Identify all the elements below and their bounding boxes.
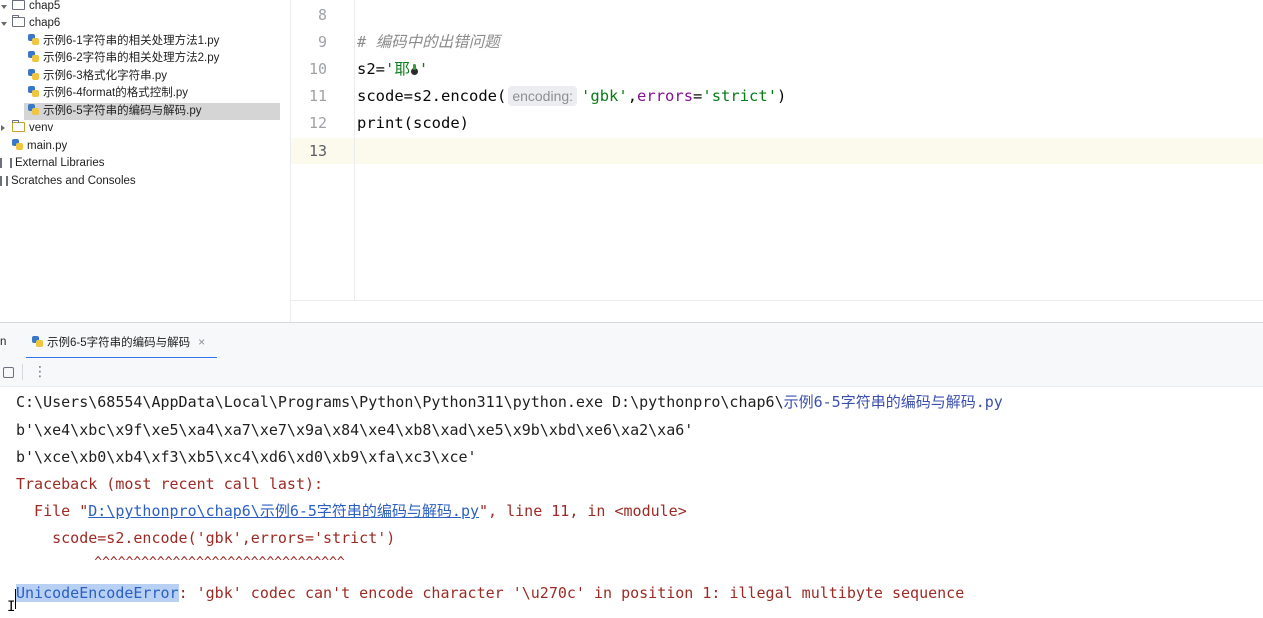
library-icon [0,157,12,168]
tree-item-label: 示例6-2字符串的相关处理方法2.py [43,52,220,64]
scratches-icon [0,175,8,186]
error-name-selected[interactable]: UnicodeEncodeError [16,584,179,602]
error-message-line: UnicodeEncodeError: 'gbk' codec can't en… [16,580,964,607]
line-number: 8 [317,6,327,24]
code-string: ' [418,60,429,78]
tree-file-6-5-selected[interactable]: 示例6-5字符串的编码与解码.py [24,103,280,120]
traceback-header: Traceback (most recent call last): [16,475,324,493]
tree-item-label: 示例6-1字符串的相关处理方法1.py [43,35,220,47]
tree-file-6-2[interactable]: 示例6-2字符串的相关处理方法2.py [28,50,280,67]
tree-item-label: 示例6-5字符串的编码与解码.py [43,105,202,117]
current-line-highlight [291,138,1263,164]
folder-icon [12,0,25,10]
line-number: 11 [308,87,327,105]
python-file-icon [32,336,43,348]
tree-external-libraries[interactable]: External Libraries [0,155,104,172]
line-number: 10 [308,60,327,78]
console-text: File " [16,502,89,520]
tree-file-6-1[interactable]: 示例6-1字符串的相关处理方法1.py [28,33,280,50]
parameter-hint: encoding: [508,86,578,106]
chevron-right-icon[interactable] [1,125,5,131]
code-token: s2= [357,60,385,78]
python-file-icon [28,34,39,46]
code-token: scode=s2.encode( [357,87,507,105]
code-keyword-arg: errors [637,87,694,105]
code-string: '耶 [385,60,410,78]
run-panel-label: n [0,336,7,348]
console-text: ", line 11, in <module> [479,502,687,520]
tree-scratches[interactable]: Scratches and Consoles [0,173,136,190]
console-output-line: b'\xe4\xbc\x9f\xe5\xa4\xa7\xe7\x9a\x84\x… [16,421,694,439]
code-token: = [693,87,703,105]
stop-icon[interactable] [3,367,14,378]
folder-icon [12,14,25,27]
project-tree: chap5 chap6 示例6-1字符串的相关处理方法1.py 示例6-2字符串… [0,0,290,322]
editor-bottom-separator [291,300,1263,301]
python-file-icon [28,86,39,98]
code-string: 'strict' [702,87,778,105]
python-file-icon [12,139,23,151]
toolbar-separator [22,364,23,380]
run-tool-window-header: n 示例6-5字符串的编码与解码 × [0,322,1263,359]
tree-item-label: venv [29,122,54,134]
python-file-icon [28,104,39,116]
tree-file-6-3[interactable]: 示例6-3格式化字符串.py [28,68,280,85]
console-text: 示例6-5字符串的编码与解码.py [783,393,1003,411]
ibeam-cursor-icon: I [7,599,16,615]
traceback-carets: ^^^^^^^^^^^^^^^^^^^^^^^^^^^^^^^^ [16,555,345,570]
gutter-separator [354,0,355,300]
tree-item-label: 示例6-3格式化字符串.py [43,70,167,82]
close-icon[interactable]: × [198,335,205,349]
run-tab-label: 示例6-5字符串的编码与解码 [47,337,191,349]
tree-item-label: External Libraries [15,157,105,169]
code-comment: # 编码中的出错问题 [357,33,500,51]
tree-file-6-4[interactable]: 示例6-4format的格式控制.py [28,85,280,102]
console-output-line: b'\xce\xb0\xb4\xf3\xb5\xc4\xd6\xd0\xb9\x… [16,448,477,466]
console-command-line: C:\Users\68554\AppData\Local\Programs\Py… [16,389,1003,416]
tree-item-label: Scratches and Consoles [11,175,136,187]
console-text: C:\Users\68554\AppData\Local\Programs\Py… [16,393,784,411]
line-number: 9 [317,33,327,51]
more-options-icon[interactable]: ⋮ [33,362,47,382]
line-number-current: 13 [308,142,327,160]
code-line-10[interactable]: s2='耶 ' [357,56,428,82]
tree-item-label: chap5 [29,0,61,12]
code-line-11[interactable]: scode=s2.encode(encoding:'gbk',errors='s… [357,83,786,109]
code-token: , [627,87,638,105]
python-file-icon [28,51,39,63]
chevron-down-icon[interactable] [1,5,7,9]
chevron-down-icon[interactable] [1,22,7,26]
console-text: : 'gbk' codec can't encode character '\u… [178,584,965,602]
traceback-file-link[interactable]: D:\pythonpro\chap6\示例6-5字符串的编码与解码.py [88,502,479,520]
line-number: 12 [308,114,327,132]
code-editor[interactable]: 8 9 10 11 12 13 # 编码中的出错问题 s2='耶 ' scode=… [290,0,1263,322]
code-line-12[interactable]: print(scode) [357,110,469,136]
traceback-code-line: scode=s2.encode('gbk',errors='strict') [16,529,396,547]
victory-hand-emoji-icon [410,64,419,75]
tree-item-label: chap6 [29,17,61,29]
python-file-icon [28,69,39,81]
code-string: 'gbk' [581,87,628,105]
run-toolbar: ⋮ [0,358,1263,387]
run-console-output[interactable]: C:\Users\68554\AppData\Local\Programs\Py… [0,387,1263,618]
folder-icon [12,119,25,132]
code-line-9[interactable]: # 编码中的出错问题 [357,29,500,55]
tree-file-main[interactable]: main.py [12,138,67,155]
traceback-file-line: File "D:\pythonpro\chap6\示例6-5字符串的编码与解码.… [16,498,687,525]
tree-item-label: main.py [27,140,68,152]
tree-item-label: 示例6-4format的格式控制.py [43,87,189,99]
run-tab[interactable]: 示例6-5字符串的编码与解码 × [26,327,218,359]
code-token: ) [777,87,787,105]
